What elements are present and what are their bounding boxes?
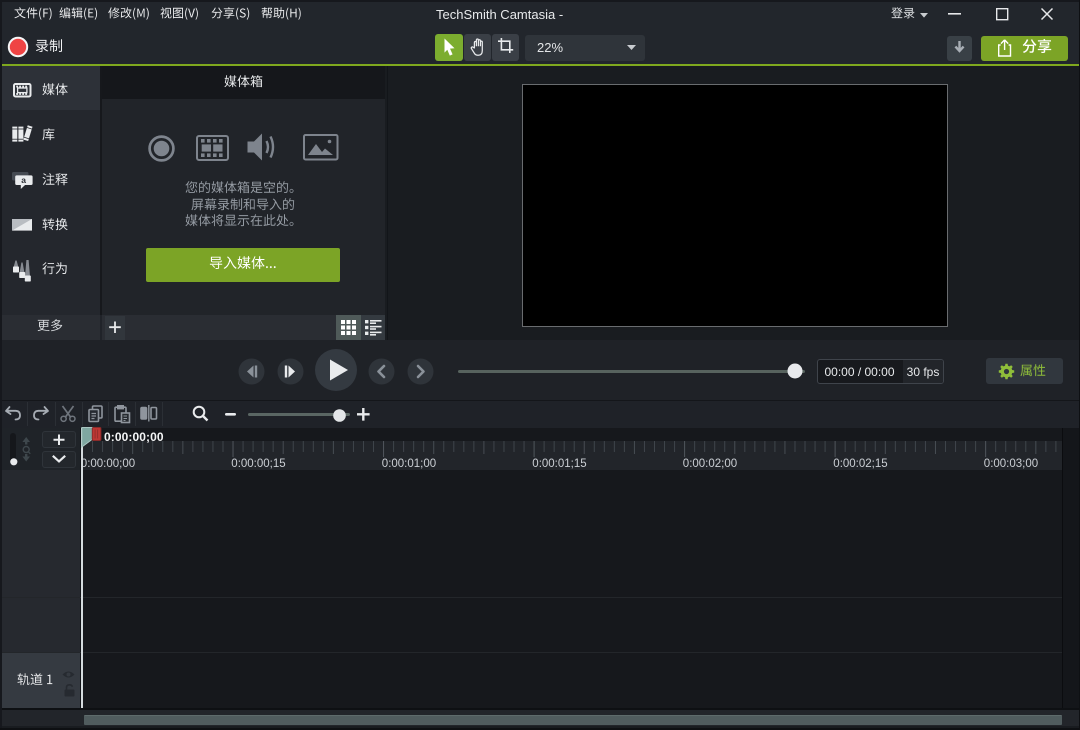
svg-text:a: a [21, 175, 26, 185]
